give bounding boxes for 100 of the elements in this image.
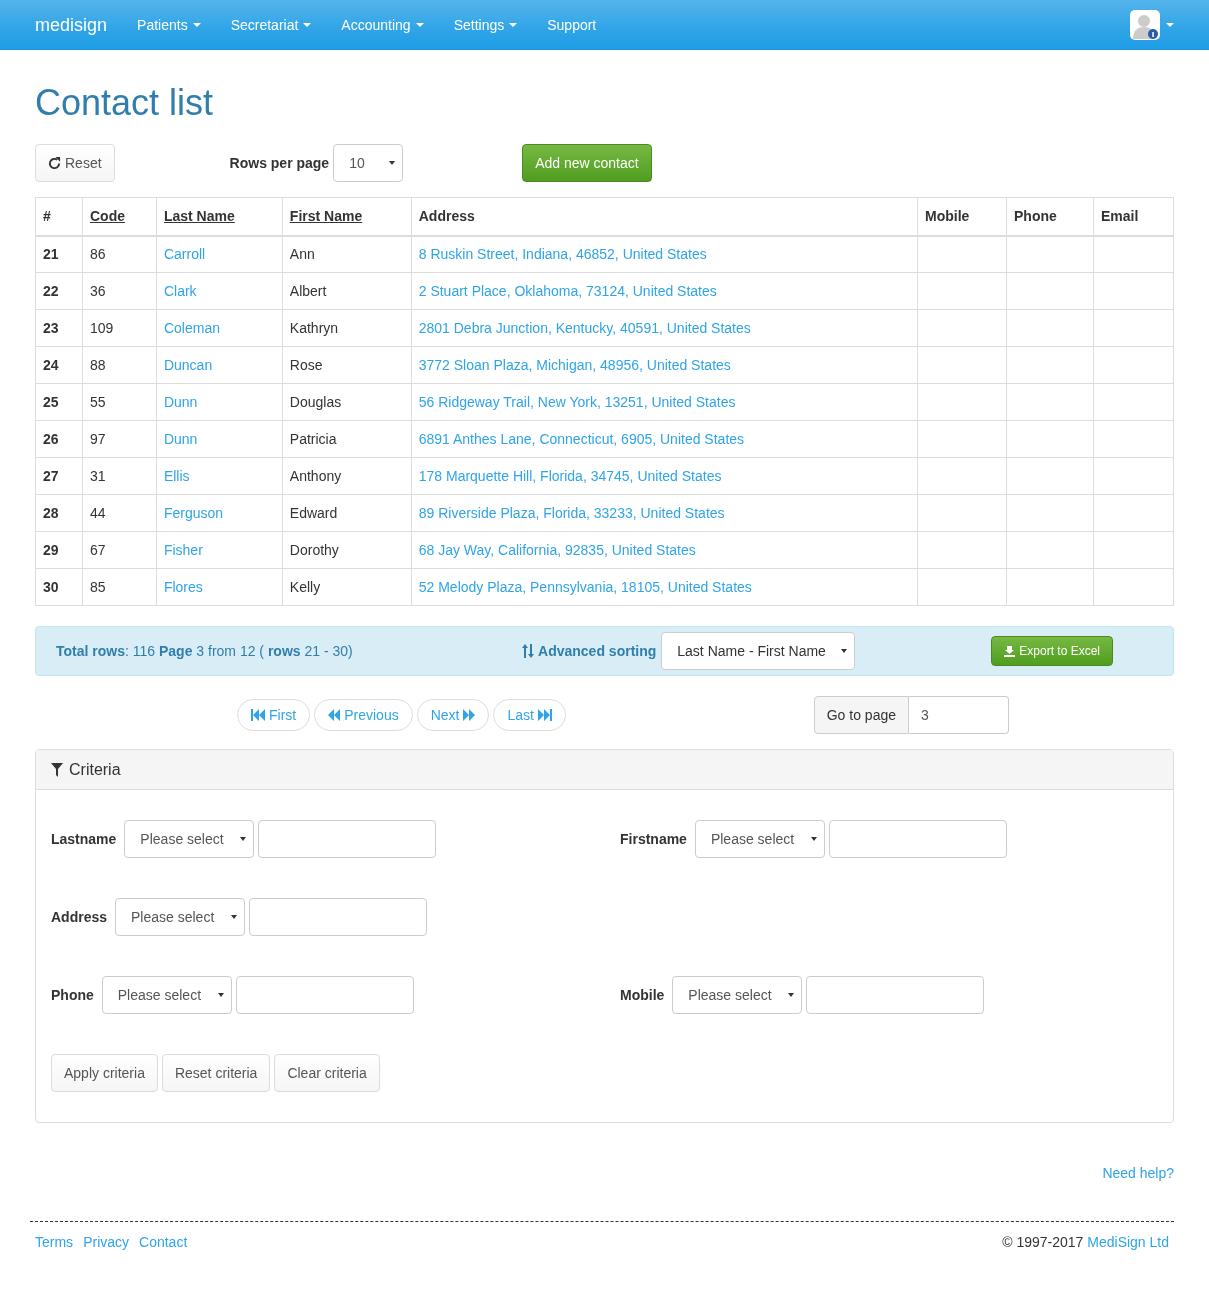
caret-icon: [841, 647, 848, 655]
criteria-input[interactable]: [258, 820, 437, 858]
operator-select[interactable]: Please select: [124, 820, 255, 858]
footer-link[interactable]: Terms: [35, 1234, 74, 1250]
nav-menu-item[interactable]: Secretariat: [230, 17, 312, 33]
operator-select[interactable]: Please select: [694, 820, 825, 858]
column-header[interactable]: Last Name: [156, 197, 283, 236]
table-cell: 21: [35, 235, 83, 273]
sorting-select[interactable]: Last Name - First Name: [661, 632, 856, 670]
table-link[interactable]: Fisher: [156, 531, 283, 569]
table-cell: Rose: [282, 346, 412, 384]
nav-menu-item[interactable]: Settings: [453, 17, 518, 33]
table-link[interactable]: 6891 Anthes Lane, Connecticut, 6905, United States: [411, 420, 918, 458]
field-label: Address: [51, 909, 108, 925]
table-cell: 24: [35, 346, 83, 384]
table-cell: 55: [82, 383, 157, 421]
company-link[interactable]: MediSign Ltd: [1087, 1234, 1169, 1250]
pager-button[interactable]: Last: [493, 699, 566, 731]
nav-menu-item[interactable]: Accounting: [341, 17, 424, 33]
table-cell: 44: [82, 494, 157, 532]
caret-icon: [217, 991, 224, 999]
table-cell: 86: [82, 235, 157, 273]
footer-link[interactable]: Privacy: [83, 1234, 130, 1250]
column-header: #: [35, 197, 83, 236]
table-link[interactable]: Duncan: [156, 346, 283, 384]
criteria-input[interactable]: [806, 976, 985, 1014]
caret-icon: [788, 991, 795, 999]
user-avatar-icon[interactable]: [1130, 10, 1160, 40]
table-link[interactable]: Coleman: [156, 309, 283, 347]
pager-button[interactable]: Next: [416, 699, 490, 731]
criteria-input[interactable]: [235, 976, 414, 1014]
column-header[interactable]: Code: [82, 197, 157, 236]
page-input[interactable]: 3: [909, 696, 1009, 734]
table-link[interactable]: Ferguson: [156, 494, 283, 532]
criteria-input[interactable]: [249, 898, 428, 936]
table-link[interactable]: Dunn: [156, 420, 283, 458]
criteria-button[interactable]: Apply criteria: [51, 1054, 158, 1092]
table-link[interactable]: 89 Riverside Plaza, Florida, 33233, United States: [411, 494, 918, 532]
export-button[interactable]: Export to Excel: [991, 636, 1113, 666]
field-label: Firstname: [620, 831, 687, 847]
sort-icon: [522, 644, 535, 658]
table-cell: 85: [82, 568, 157, 606]
operator-select[interactable]: Please select: [672, 976, 803, 1014]
pager-button[interactable]: Previous: [314, 699, 413, 731]
nav-menu-item[interactable]: Patients: [137, 17, 201, 33]
brand-link[interactable]: medisign: [35, 14, 108, 36]
table-link[interactable]: 52 Melody Plaza, Pennsylvania, 18105, United States: [411, 568, 918, 606]
pager-button[interactable]: First: [237, 699, 311, 731]
table-link[interactable]: 3772 Sloan Plaza, Michigan, 48956, United States: [411, 346, 918, 384]
operator-select[interactable]: Please select: [115, 898, 246, 936]
rows-per-page-select[interactable]: 10: [333, 144, 404, 182]
table-link[interactable]: Dunn: [156, 383, 283, 421]
table-cell: 88: [82, 346, 157, 384]
table-link[interactable]: 2 Stuart Place, Oklahoma, 73124, United States: [411, 272, 918, 310]
table-cell: Patricia: [282, 420, 412, 458]
column-header: Phone: [1006, 197, 1094, 236]
table-cell: 31: [82, 457, 157, 495]
filter-icon: [51, 762, 63, 777]
rows-per-page-label: Rows per page: [229, 155, 330, 171]
table-link[interactable]: 178 Marquette Hill, Florida, 34745, United States: [411, 457, 918, 495]
table-cell: 27: [35, 457, 83, 495]
table-cell: Ann: [282, 235, 412, 273]
table-link[interactable]: 8 Ruskin Street, Indiana, 46852, United States: [411, 235, 918, 273]
criteria-input[interactable]: [828, 820, 1007, 858]
table-link[interactable]: Ellis: [156, 457, 283, 495]
column-header: Mobile: [917, 197, 1007, 236]
caret-icon[interactable]: [1166, 22, 1174, 28]
table-cell: Kelly: [282, 568, 412, 606]
copyright-text: © 1997-2017: [1002, 1234, 1084, 1250]
criteria-button[interactable]: Clear criteria: [274, 1054, 380, 1092]
table-link[interactable]: 68 Jay Way, California, 92835, United States: [411, 531, 918, 569]
caret-icon: [240, 835, 247, 843]
criteria-button[interactable]: Reset criteria: [161, 1054, 271, 1092]
refresh-icon: [48, 156, 61, 170]
fast-forward-icon: [463, 709, 476, 721]
rewind-icon: [328, 709, 341, 721]
table-cell: 28: [35, 494, 83, 532]
table-link[interactable]: Clark: [156, 272, 283, 310]
add-contact-button[interactable]: Add new contact: [522, 144, 652, 182]
help-link[interactable]: Need help?: [35, 1165, 1174, 1181]
table-link[interactable]: Carroll: [156, 235, 283, 273]
table-link[interactable]: 2801 Debra Junction, Kentucky, 40591, United States: [411, 309, 918, 347]
footer-link[interactable]: Contact: [139, 1234, 188, 1250]
table-cell: Edward: [282, 494, 412, 532]
panel-title: Criteria: [69, 760, 121, 779]
table-cell: Albert: [282, 272, 412, 310]
table-link[interactable]: 56 Ridgeway Trail, New York, 13251, United States: [411, 383, 918, 421]
column-header[interactable]: First Name: [282, 197, 412, 236]
caret-icon: [810, 835, 817, 843]
table-link[interactable]: Flores: [156, 568, 283, 606]
operator-select[interactable]: Please select: [101, 976, 232, 1014]
table-cell: 67: [82, 531, 157, 569]
table-cell: 109: [82, 309, 157, 347]
nav-menu-item[interactable]: Support: [547, 17, 597, 33]
field-label: Mobile: [620, 987, 665, 1003]
reset-button[interactable]: Reset: [35, 144, 115, 182]
table-cell: 29: [35, 531, 83, 569]
table-cell: 30: [35, 568, 83, 606]
table-cell: Kathryn: [282, 309, 412, 347]
caret-icon: [389, 159, 396, 167]
